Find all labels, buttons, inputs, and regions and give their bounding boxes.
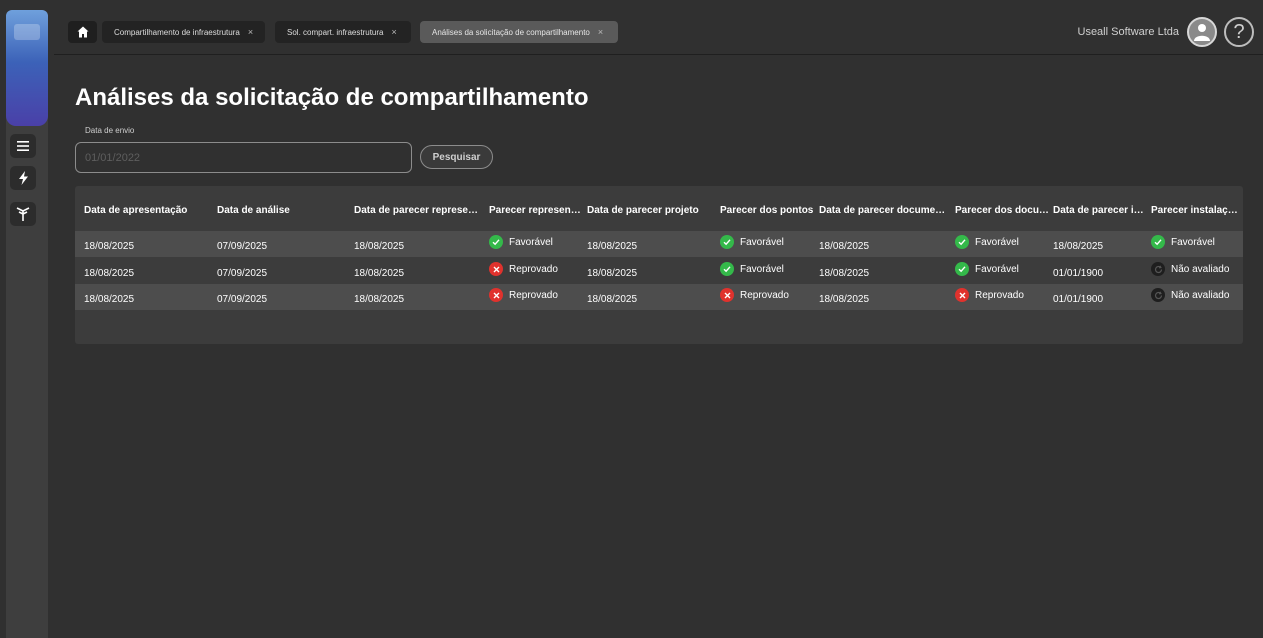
check-icon [489,235,503,249]
top-bar: Compartilhamento de infraestrutura × Sol… [54,10,1263,55]
column-header[interactable]: Parecer dos docum... [955,200,1051,222]
table-cell: 18/08/2025 [587,294,638,305]
status-label: Favorável [975,263,1019,275]
status-label: Favorável [975,236,1019,248]
status-badge: Favorável [720,235,784,249]
status-label: Reprovado [975,289,1024,301]
table-cell: 07/09/2025 [217,241,268,252]
check-icon [955,235,969,249]
table-cell: 18/08/2025 [84,294,135,305]
search-button[interactable]: Pesquisar [420,145,493,169]
status-label: Não avaliado [1171,289,1230,301]
status-badge: Reprovado [955,288,1024,302]
status-label: Favorável [740,236,784,248]
status-label: Não avaliado [1171,263,1230,275]
table-cell: 01/01/1900 [1053,294,1104,305]
table-cell: 18/08/2025 [84,268,135,279]
help-icon: ? [1233,20,1245,43]
table-row[interactable]: 18/08/2025 07/09/2025 18/08/2025 Reprovado 1… [75,258,1243,284]
sidebar [6,10,48,638]
table-cell: 01/01/1900 [1053,268,1104,279]
app-logo[interactable] [6,10,48,126]
status-label: Reprovado [509,289,558,301]
sidebar-antenna-button[interactable] [10,202,36,226]
company-name: Useall Software Ltda [1077,26,1180,38]
tab-analises[interactable]: Análises da solicitação de compartilhame… [420,21,618,43]
sidebar-menu-button[interactable] [10,134,36,158]
status-label: Favorável [509,236,553,248]
column-header[interactable]: Data de parecer documentos [819,200,951,222]
table-cell: 18/08/2025 [354,268,405,279]
tab-label: Compartilhamento de infraestrutura [114,27,240,37]
analysis-table: Data de apresentação Data de análise Dat… [75,186,1243,344]
home-icon [77,26,88,38]
menu-icon [17,141,29,151]
table-cell: 18/08/2025 [587,268,638,279]
tab-sol-compart[interactable]: Sol. compart. infraestrutura × [275,21,411,43]
status-label: Favorável [740,263,784,275]
refresh-icon [1151,262,1165,276]
column-header[interactable]: Parecer instalação [1151,200,1239,222]
check-icon [1151,235,1165,249]
close-icon[interactable]: × [598,27,603,37]
column-header[interactable]: Data de apresentação [84,200,210,222]
status-badge: Não avaliado [1151,262,1229,276]
refresh-icon [1151,288,1165,302]
column-header[interactable]: Parecer representa... [489,200,583,222]
check-icon [720,235,734,249]
antenna-icon [16,207,30,221]
status-badge: Reprovado [489,262,558,276]
column-header[interactable]: Data de parecer ins... [1053,200,1148,222]
tab-label: Análises da solicitação de compartilhame… [432,27,590,37]
status-badge: Reprovado [720,288,789,302]
x-icon [720,288,734,302]
check-icon [955,262,969,276]
table-row[interactable]: 18/08/2025 07/09/2025 18/08/2025 Reprovado 1… [75,284,1243,310]
user-icon [1194,24,1210,41]
column-header[interactable]: Parecer dos pontos [720,200,816,222]
sidebar-energy-button[interactable] [10,166,36,190]
status-label: Reprovado [740,289,789,301]
user-avatar-button[interactable] [1187,17,1217,47]
x-icon [489,288,503,302]
table-row[interactable]: 18/08/2025 07/09/2025 18/08/2025 Favorável 1… [75,231,1243,257]
column-header[interactable]: Data de parecer representa... [354,200,482,222]
status-badge: Favorável [955,235,1019,249]
table-cell: 18/08/2025 [819,294,870,305]
tab-compartilhamento[interactable]: Compartilhamento de infraestrutura × [102,21,265,43]
status-badge: Não avaliado [1151,288,1229,302]
column-header[interactable]: Data de análise [217,200,345,222]
table-cell: 18/08/2025 [1053,241,1104,252]
table-cell: 07/09/2025 [217,268,268,279]
table-cell: 18/08/2025 [819,241,870,252]
table-cell: 18/08/2025 [587,241,638,252]
home-button[interactable] [68,21,97,43]
status-badge: Reprovado [489,288,558,302]
status-label: Favorável [1171,236,1215,248]
table-cell: 18/08/2025 [84,241,135,252]
column-header[interactable]: Data de parecer projeto [587,200,707,222]
status-badge: Favorável [955,262,1019,276]
status-badge: Favorável [1151,235,1215,249]
logo-mark [14,24,40,40]
close-icon[interactable]: × [391,27,396,37]
status-badge: Favorável [489,235,553,249]
status-label: Reprovado [509,263,558,275]
table-cell: 18/08/2025 [354,294,405,305]
date-input[interactable] [75,142,412,173]
close-icon[interactable]: × [248,27,253,37]
check-icon [720,262,734,276]
x-icon [489,262,503,276]
table-header: Data de apresentação Data de análise Dat… [75,200,1243,222]
page-title: Análises da solicitação de compartilhame… [75,84,589,111]
table-cell: 07/09/2025 [217,294,268,305]
tab-label: Sol. compart. infraestrutura [287,27,384,37]
date-label: Data de envio [85,126,135,135]
help-button[interactable]: ? [1224,17,1254,47]
lightning-icon [18,171,28,185]
table-cell: 18/08/2025 [354,241,405,252]
table-cell: 18/08/2025 [819,268,870,279]
x-icon [955,288,969,302]
status-badge: Favorável [720,262,784,276]
